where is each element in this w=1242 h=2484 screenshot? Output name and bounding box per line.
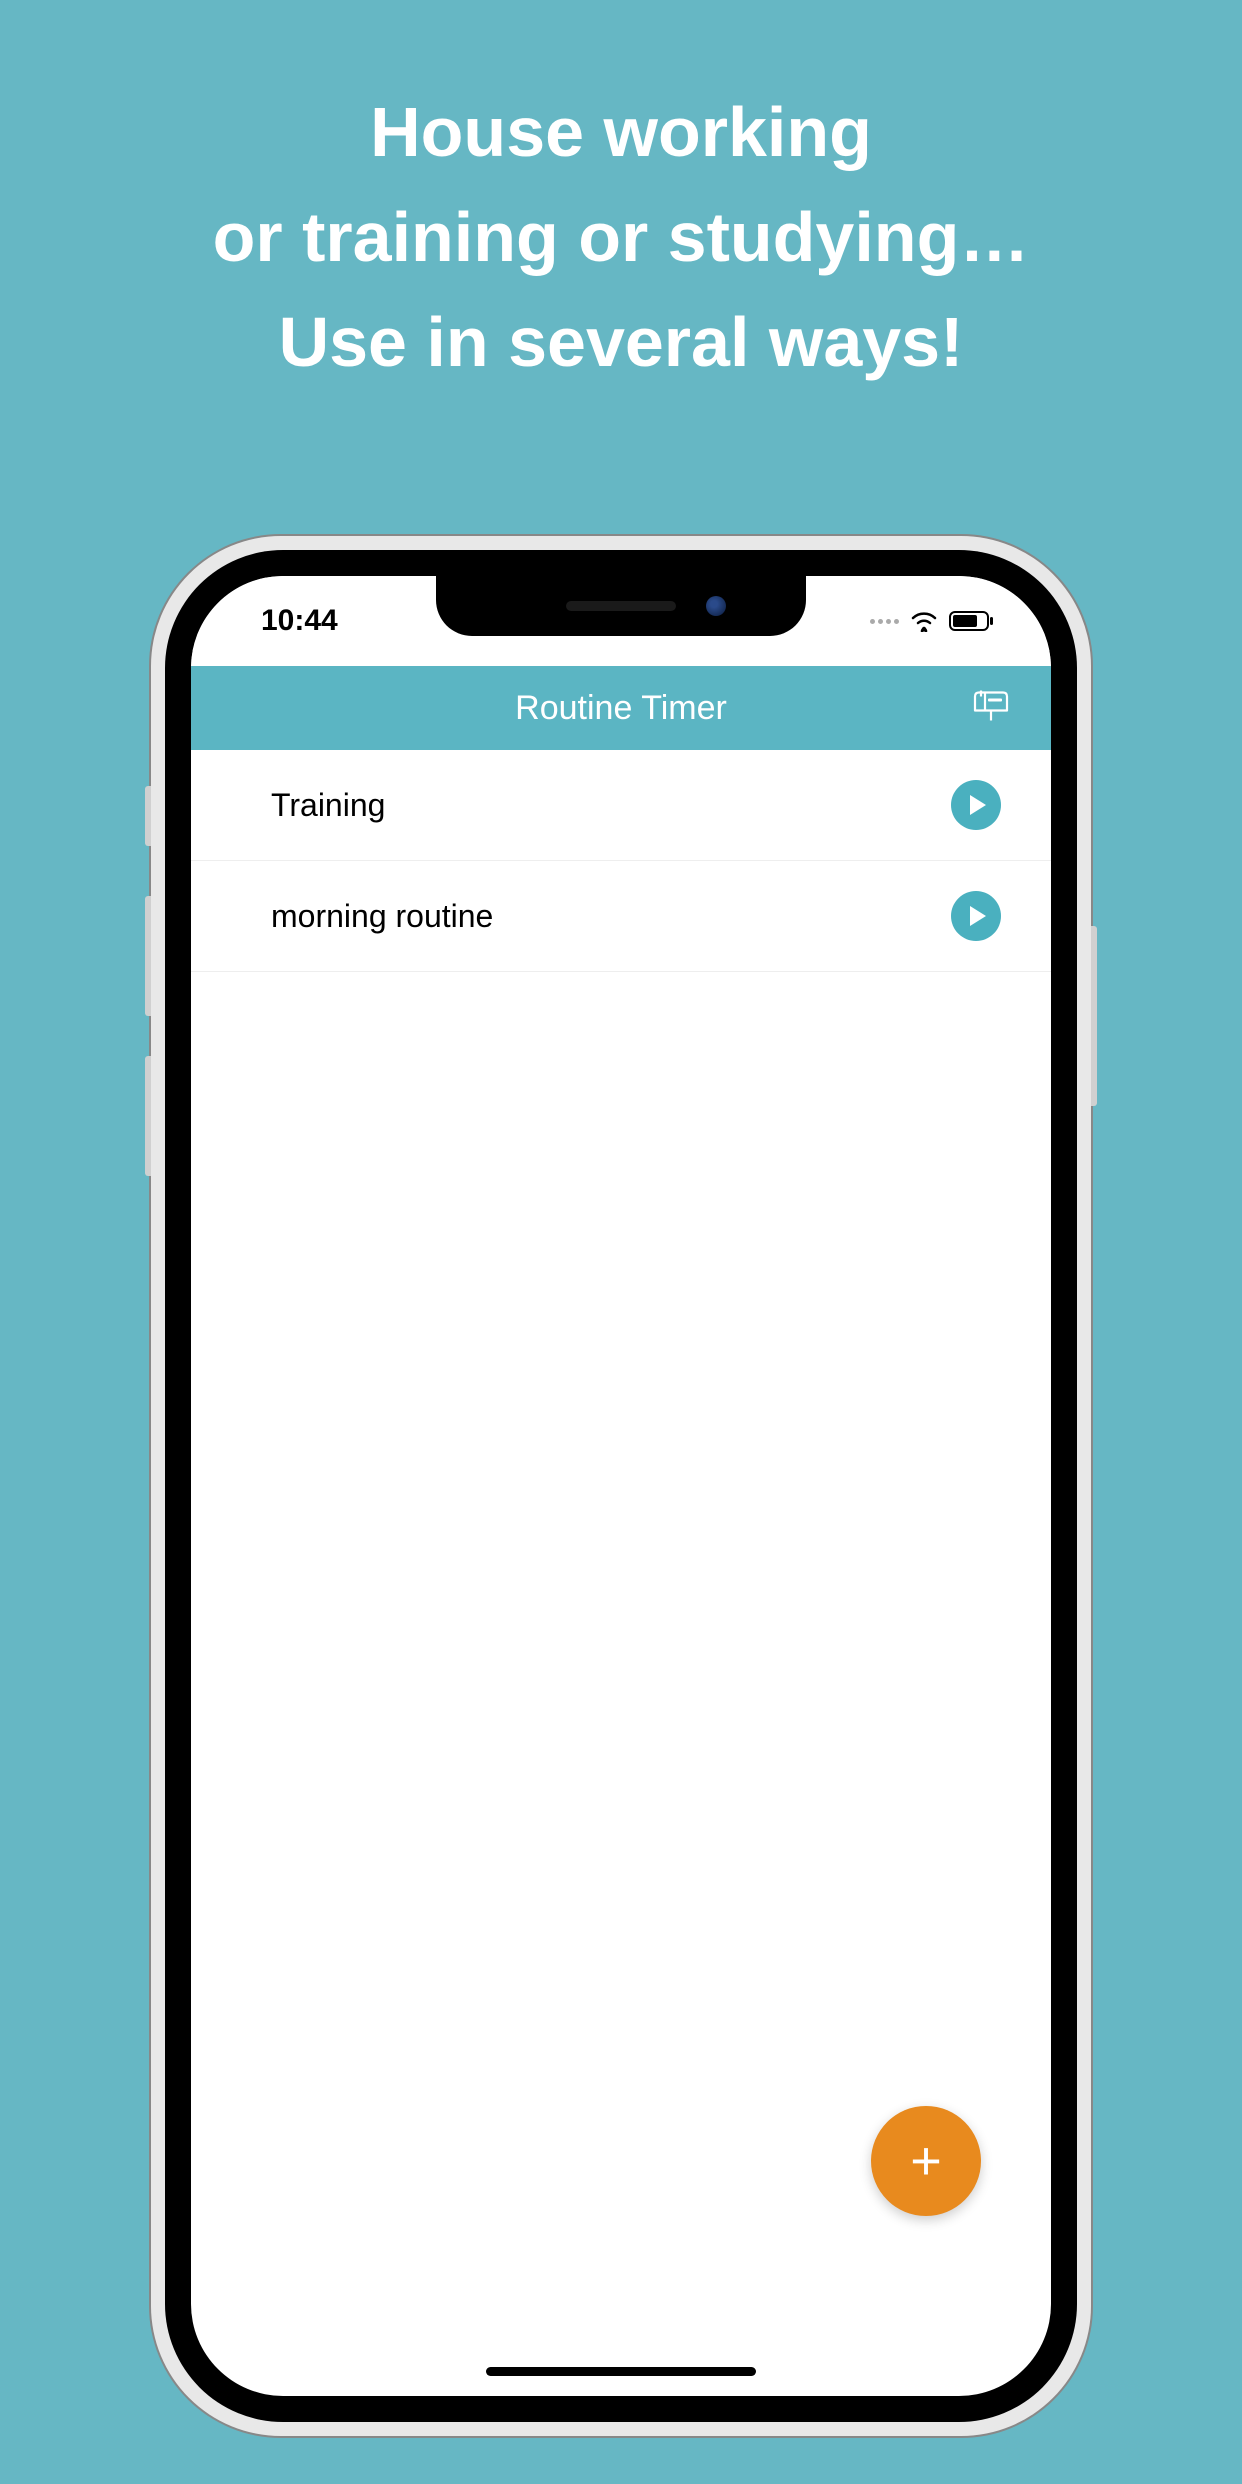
promo-line-1: House working xyxy=(0,80,1242,185)
speaker xyxy=(566,601,676,611)
phone-side-button xyxy=(145,1056,151,1176)
mailbox-icon xyxy=(971,689,1011,723)
clock: 10:44 xyxy=(261,604,338,638)
play-button[interactable] xyxy=(951,891,1001,941)
notch xyxy=(436,576,806,636)
wifi-icon xyxy=(909,610,939,632)
app-header: Routine Timer xyxy=(191,666,1051,750)
promo-line-2: or training or studying… xyxy=(0,185,1242,290)
home-indicator[interactable] xyxy=(486,2367,756,2376)
phone-side-button xyxy=(1091,926,1097,1106)
mailbox-button[interactable] xyxy=(971,689,1011,728)
play-button[interactable] xyxy=(951,780,1001,830)
phone-bezel: 10:44 xyxy=(165,550,1077,2422)
front-camera xyxy=(706,596,726,616)
promo-line-3: Use in several ways! xyxy=(0,290,1242,395)
play-icon xyxy=(970,795,986,815)
phone-side-button xyxy=(145,896,151,1016)
list-item[interactable]: morning routine xyxy=(191,861,1051,972)
phone-frame: 10:44 xyxy=(151,536,1091,2436)
page-title: Routine Timer xyxy=(515,689,727,728)
status-right xyxy=(870,610,995,632)
list-item[interactable]: Training xyxy=(191,750,1051,861)
routines-list: Training morning routine xyxy=(191,750,1051,972)
battery-icon xyxy=(949,610,995,632)
screen: 10:44 xyxy=(191,576,1051,2396)
add-button[interactable]: + xyxy=(871,2106,981,2216)
plus-icon: + xyxy=(910,2134,942,2188)
play-icon xyxy=(970,906,986,926)
promo-headline: House working or training or studying… U… xyxy=(0,0,1242,395)
routine-label: morning routine xyxy=(271,898,493,935)
cellular-icon xyxy=(870,619,899,624)
routine-label: Training xyxy=(271,787,385,824)
phone-side-button xyxy=(145,786,151,846)
